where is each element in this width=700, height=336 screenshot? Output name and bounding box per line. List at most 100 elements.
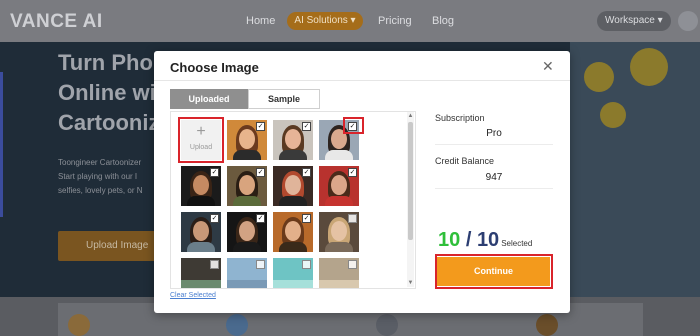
photo-face xyxy=(193,175,209,195)
hero-text-line: Start playing with our I xyxy=(58,172,138,181)
photo-thumbnail[interactable]: ✓ xyxy=(181,212,221,252)
photo-body xyxy=(233,242,261,252)
image-icon xyxy=(226,314,248,336)
image-grid: + Upload ✓ ✓ ✓ ✓ ✓ ✓ ✓ ✓ ✓ ✓ xyxy=(170,111,416,289)
photo-body xyxy=(279,196,307,206)
upload-label: Upload xyxy=(189,144,213,151)
hero-title-line: Cartooniz xyxy=(58,110,160,135)
hero-text-line: Toongineer Cartoonizer xyxy=(58,158,142,167)
photo-face xyxy=(331,221,347,241)
photo-thumbnail[interactable] xyxy=(227,258,267,288)
photo-body xyxy=(233,196,261,206)
hero-title-line: Online wi xyxy=(58,80,156,105)
checked-checkbox-icon[interactable]: ✓ xyxy=(302,168,311,177)
credit-balance-value: 947 xyxy=(485,172,503,183)
photo-thumbnail[interactable] xyxy=(319,258,359,288)
counter-slash: / xyxy=(465,229,472,251)
photo-body xyxy=(187,242,215,252)
hero-image xyxy=(570,42,700,297)
close-icon[interactable]: ✕ xyxy=(542,58,554,75)
nav-home[interactable]: Home xyxy=(246,15,275,27)
selected-count: 10 xyxy=(438,229,461,251)
checkbox-icon[interactable] xyxy=(256,260,265,269)
modal-title: Choose Image xyxy=(170,60,259,75)
photo-face xyxy=(193,221,209,241)
upload-tile[interactable]: + Upload xyxy=(181,120,221,160)
photo-thumbnail[interactable] xyxy=(273,258,313,288)
photo-thumbnail[interactable] xyxy=(319,212,359,252)
vanceai-logo[interactable]: VANCE AI xyxy=(10,11,103,33)
photo-face xyxy=(285,129,301,149)
photo-face xyxy=(239,175,255,195)
upload-image-button[interactable]: Upload Image xyxy=(58,231,158,261)
selected-counter: 10 / 10 Selected xyxy=(438,229,532,252)
checked-checkbox-icon[interactable]: ✓ xyxy=(256,122,265,131)
photo-thumbnail[interactable]: ✓ xyxy=(273,166,313,206)
scroll-thumb[interactable] xyxy=(408,122,413,240)
photo-face xyxy=(331,129,347,149)
photo-scene xyxy=(319,280,359,288)
plus-icon: + xyxy=(196,123,206,140)
tab-sample[interactable]: Sample xyxy=(248,89,320,109)
checkbox-icon[interactable] xyxy=(210,260,219,269)
photo-thumbnail[interactable]: ✓ xyxy=(319,166,359,206)
checkbox-icon[interactable] xyxy=(302,260,311,269)
checked-checkbox-icon[interactable]: ✓ xyxy=(256,214,265,223)
checkbox-icon[interactable] xyxy=(348,260,357,269)
subscription-value: Pro xyxy=(486,128,502,139)
continue-button[interactable]: Continue xyxy=(437,257,550,286)
photo-face xyxy=(239,129,255,149)
checked-checkbox-icon[interactable]: ✓ xyxy=(348,168,357,177)
nav-blog[interactable]: Blog xyxy=(432,15,454,27)
photo-body xyxy=(325,196,353,206)
photo-scene xyxy=(227,280,267,288)
photo-face xyxy=(239,221,255,241)
nav-pricing[interactable]: Pricing xyxy=(378,15,412,27)
choose-image-modal: Choose Image ✕ Uploaded Sample + Upload … xyxy=(154,51,570,313)
credit-balance-label: Credit Balance xyxy=(435,156,495,166)
photo-thumbnail[interactable]: ✓ xyxy=(227,166,267,206)
checked-checkbox-icon[interactable]: ✓ xyxy=(210,168,219,177)
divider xyxy=(435,188,553,189)
selected-word: Selected xyxy=(501,239,533,248)
photo-body xyxy=(279,150,307,160)
photo-thumbnail[interactable]: ✓ xyxy=(181,166,221,206)
subscription-label: Subscription xyxy=(435,113,485,123)
checked-checkbox-icon[interactable]: ✓ xyxy=(210,214,219,223)
bear-icon xyxy=(68,314,90,336)
photo-body xyxy=(187,196,215,206)
photo-thumbnail[interactable] xyxy=(181,258,221,288)
checked-checkbox-icon[interactable]: ✓ xyxy=(256,168,265,177)
shield-icon xyxy=(536,314,558,336)
photo-body xyxy=(325,242,353,252)
flower-icon xyxy=(630,48,668,86)
photo-face xyxy=(331,175,347,195)
photo-scene xyxy=(181,280,221,288)
selected-max: 10 xyxy=(476,229,500,251)
photo-thumbnail[interactable]: ✓ xyxy=(319,120,359,160)
flower-icon xyxy=(584,62,614,92)
scroll-down-icon[interactable]: ▼ xyxy=(407,279,414,287)
photo-thumbnail[interactable]: ✓ xyxy=(227,212,267,252)
scrollbar[interactable]: ▲ ▼ xyxy=(407,112,414,287)
hero-text-line: selfies, lovely pets, or N xyxy=(58,186,143,195)
divider xyxy=(154,80,570,81)
avatar[interactable] xyxy=(678,11,698,31)
scroll-up-icon[interactable]: ▲ xyxy=(407,112,414,120)
checked-checkbox-icon[interactable]: ✓ xyxy=(302,122,311,131)
photo-scene xyxy=(273,280,313,288)
photo-thumbnail[interactable]: ✓ xyxy=(227,120,267,160)
checked-checkbox-icon[interactable]: ✓ xyxy=(348,122,357,131)
photo-face xyxy=(285,175,301,195)
top-navbar: VANCE AI Home AI Solutions ▾ Pricing Blo… xyxy=(0,0,700,42)
checked-checkbox-icon[interactable]: ✓ xyxy=(302,214,311,223)
checkbox-icon[interactable] xyxy=(348,214,357,223)
nav-ai-solutions[interactable]: AI Solutions ▾ xyxy=(287,12,363,30)
photo-thumbnail[interactable]: ✓ xyxy=(273,212,313,252)
hero-title-line: Turn Pho xyxy=(58,50,153,75)
photo-thumbnail[interactable]: ✓ xyxy=(273,120,313,160)
workspace-dropdown[interactable]: Workspace ▾ xyxy=(597,11,671,31)
clear-selected-link[interactable]: Clear Selected xyxy=(170,292,216,299)
photo-face xyxy=(285,221,301,241)
tab-uploaded[interactable]: Uploaded xyxy=(170,89,248,109)
